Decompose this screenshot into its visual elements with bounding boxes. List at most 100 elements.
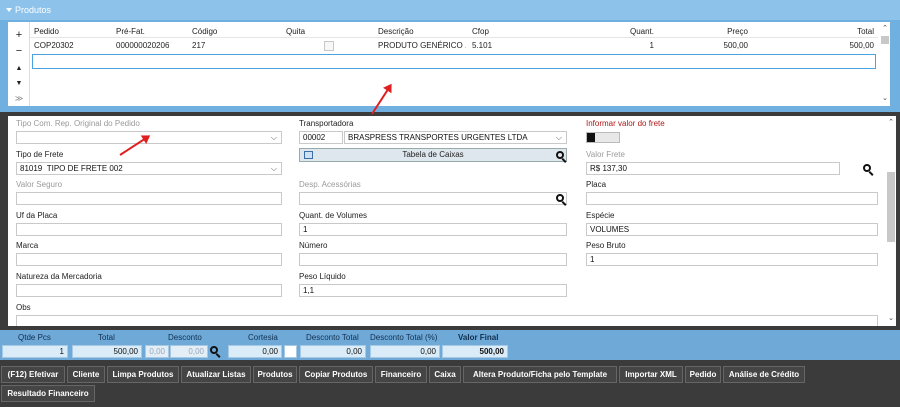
col-header-preco[interactable]: Preço [680,25,748,38]
peso-liquido-input[interactable]: 1,1 [299,284,567,297]
products-panel-header[interactable]: Produtos [0,0,900,20]
numero-input[interactable] [299,253,567,266]
cell-pedido: COP20302 [34,41,74,50]
natureza-label: Natureza da Mercadoria [16,272,102,281]
marca-input[interactable] [16,253,282,266]
scroll-thumb[interactable] [881,36,889,44]
calendar-icon [304,151,313,159]
peso-liquido-label: Peso Líquido [299,272,346,281]
freight-form: Tipo Com. Rep. Original do Pedido ⌵ Tipo… [8,116,896,326]
peso-bruto-input[interactable]: 1 [586,253,878,266]
produtos-button[interactable]: Produtos [253,366,297,383]
col-header-pre-fat[interactable]: Pré-Fat. [116,25,145,38]
limpa-produtos-button[interactable]: Limpa Produtos [107,366,179,383]
financeiro-button[interactable]: Financeiro [375,366,427,383]
col-header-codigo[interactable]: Código [192,25,217,38]
valor-final-value: 500,00 [442,345,508,358]
col-header-descricao[interactable]: Descrição [378,25,414,38]
quant-volumes-input[interactable]: 1 [299,223,567,236]
remove-row-button[interactable]: − [8,44,30,58]
search-icon[interactable] [556,194,568,206]
pedido-button[interactable]: Pedido [685,366,721,383]
valor-frete-input[interactable]: R$ 137,30 [586,162,840,175]
move-down-button[interactable]: ▼ [8,77,30,91]
transportadora-label: Transportadora [299,119,354,128]
caixa-button[interactable]: Caixa [429,366,461,383]
grid-header-row: Pedido Pré-Fat. Código Quita Descrição C… [30,25,878,38]
importar-xml-button[interactable]: Importar XML [619,366,683,383]
analise-credito-button[interactable]: Análise de Crédito [723,366,805,383]
desconto-total-pct-value: 0,00 [370,345,440,358]
scroll-thumb[interactable] [887,172,895,242]
col-header-cfop[interactable]: Cfop [472,25,489,38]
desp-acessorias-input[interactable] [299,192,567,205]
uf-placa-input[interactable] [16,223,282,236]
move-up-button[interactable]: ▲ [8,62,30,76]
copiar-produtos-button[interactable]: Copiar Produtos [299,366,373,383]
products-title: Produtos [15,5,52,15]
cell-total: 500,00 [849,41,874,50]
cliente-button[interactable]: Cliente [67,366,105,383]
desconto-pct-input[interactable]: 0,00 [145,345,169,358]
table-row[interactable]: COP20302 000000020206 217 PRODUTO GENÉRI… [30,39,878,52]
especie-input[interactable]: VOLUMES [586,223,878,236]
transportadora-code-input[interactable]: 00002 [299,131,343,144]
resultado-financeiro-button[interactable]: Resultado Financeiro [1,385,95,402]
tipo-frete-label: Tipo de Frete [16,150,64,159]
especie-label: Espécie [586,211,615,220]
tipo-frete-select[interactable]: 81019 TIPO DE FRETE 002 ⌵ [16,162,282,175]
tipo-frete-value: TIPO DE FRETE 002 [46,164,123,173]
cortesia-label: Cortesia [248,333,278,342]
atualizar-listas-button[interactable]: Atualizar Listas [181,366,251,383]
cell-codigo: 217 [192,41,206,50]
desconto-total-value: 0,00 [300,345,366,358]
total-value: 500,00 [72,345,142,358]
tabela-caixas-label: Tabela de Caixas [402,150,464,159]
search-icon[interactable] [556,151,568,163]
grid-side-toolbar: + − ▲ ▼ ≫ [8,22,30,106]
totals-bar: Qtde Pcs 1 Total 500,00 Desconto 0,00 0,… [0,330,900,360]
chevron-down-icon: ⌵ [555,133,562,142]
scroll-up-icon[interactable]: ⌃ [886,118,896,128]
col-header-quant[interactable]: Quant. [590,25,654,38]
total-label: Total [98,333,115,342]
add-row-button[interactable]: + [8,28,30,42]
natureza-input[interactable] [16,284,282,297]
peso-bruto-label: Peso Bruto [586,241,626,250]
tabela-caixas-button[interactable]: Tabela de Caixas [299,148,567,162]
placa-input[interactable] [586,192,878,205]
form-scrollbar[interactable]: ⌃ ⌄ [886,116,896,326]
qtde-pcs-value: 1 [2,345,68,358]
desconto-input[interactable]: 0,00 [170,345,208,358]
cortesia-search-icon[interactable] [284,345,297,358]
valor-seguro-input[interactable] [16,192,282,205]
scroll-down-icon[interactable]: ⌄ [886,314,896,324]
valor-seguro-label: Valor Seguro [16,180,63,189]
cell-preco: 500,00 [723,41,748,50]
col-header-quita[interactable]: Quita [286,25,305,38]
cell-descricao: PRODUTO GENÉRICO ... [378,41,466,50]
obs-textarea[interactable] [16,315,878,326]
products-panel: Produtos + − ▲ ▼ ≫ Pedido Pré-Fat. Códig… [0,0,900,112]
search-icon[interactable] [863,164,875,176]
scroll-up-icon[interactable]: ⌃ [880,24,890,34]
quita-checkbox[interactable] [324,41,334,51]
desconto-total-label: Desconto Total [306,333,359,342]
scroll-down-icon[interactable]: ⌄ [880,94,890,104]
cell-quant: 1 [649,41,654,50]
transportadora-select[interactable]: BRASPRESS TRANSPORTES URGENTES LTDA ⌵ [344,131,567,144]
search-icon[interactable] [210,346,222,358]
transportadora-name: BRASPRESS TRANSPORTES URGENTES LTDA [348,133,528,142]
informar-frete-toggle[interactable] [586,132,620,143]
cell-cfop: 5.101 [472,41,493,50]
grid-scrollbar[interactable]: ⌃ ⌄ [880,22,890,106]
expand-icon[interactable]: ≫ [8,92,30,106]
new-row-input[interactable] [32,54,876,69]
chevron-down-icon: ⌵ [270,133,277,142]
col-header-total[interactable]: Total [790,25,874,38]
tipo-frete-code: 81019 [20,164,43,173]
altera-produto-template-button[interactable]: Altera Produto/Ficha pelo Template [463,366,617,383]
collapse-triangle-icon[interactable] [6,8,12,12]
col-header-pedido[interactable]: Pedido [34,25,59,38]
efetivar-button[interactable]: (F12) Efetivar [1,366,65,383]
